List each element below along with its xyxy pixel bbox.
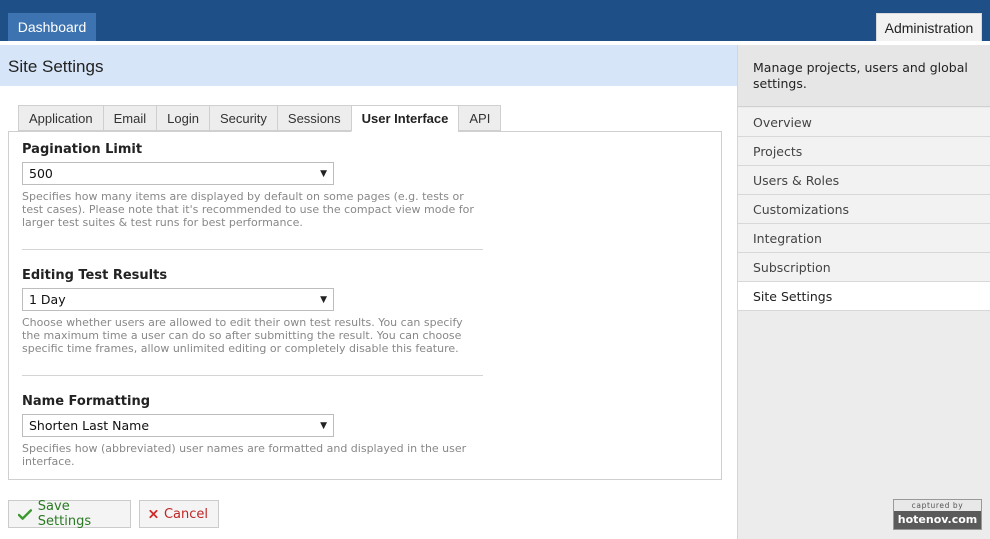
sidebar-item-overview[interactable]: Overview xyxy=(738,108,990,137)
save-settings-label: Save Settings xyxy=(37,499,92,529)
name-formatting-value: Shorten Last Name xyxy=(29,418,150,433)
watermark-top-text: captured by xyxy=(894,500,981,511)
divider xyxy=(22,249,483,250)
name-formatting-label: Name Formatting xyxy=(22,394,151,409)
tab-application[interactable]: Application xyxy=(18,105,103,131)
name-formatting-select[interactable]: Shorten Last Name ▼ xyxy=(22,414,334,437)
admin-sidebar: Manage projects, users and global settin… xyxy=(737,45,990,539)
sidebar-item-users-roles[interactable]: Users & Roles xyxy=(738,166,990,195)
divider xyxy=(22,375,483,376)
settings-panel: Pagination Limit 500 ▼ Specifies how man… xyxy=(8,131,722,480)
sidebar-description: Manage projects, users and global settin… xyxy=(738,45,990,107)
sidebar-item-customizations[interactable]: Customizations xyxy=(738,195,990,224)
capture-watermark: captured by hotenov.com xyxy=(893,499,982,530)
editing-test-results-select[interactable]: 1 Day ▼ xyxy=(22,288,334,311)
sidebar-item-site-settings[interactable]: Site Settings xyxy=(738,282,990,311)
sidebar-item-subscription[interactable]: Subscription xyxy=(738,253,990,282)
dashboard-tab[interactable]: Dashboard xyxy=(8,13,96,41)
tab-email[interactable]: Email xyxy=(102,105,157,131)
sidebar-nav: Overview Projects Users & Roles Customiz… xyxy=(738,108,990,311)
tab-security[interactable]: Security xyxy=(208,105,277,131)
tab-api[interactable]: API xyxy=(458,105,502,131)
pagination-limit-label: Pagination Limit xyxy=(22,142,143,157)
close-icon xyxy=(149,509,158,519)
cancel-label: Cancel xyxy=(163,506,208,522)
pagination-limit-help: Specifies how many items are displayed b… xyxy=(22,190,474,229)
save-settings-button[interactable]: Save Settings xyxy=(8,499,131,529)
name-formatting-help: Specifies how (abbreviated) user names a… xyxy=(22,442,467,468)
chevron-down-icon: ▼ xyxy=(320,421,327,431)
tab-sessions[interactable]: Sessions xyxy=(276,105,351,131)
chevron-down-icon: ▼ xyxy=(320,295,327,305)
pagination-limit-select[interactable]: 500 ▼ xyxy=(22,162,334,185)
top-navigation-bar: Dashboard Administration xyxy=(0,0,990,41)
page-title: Site Settings xyxy=(8,57,104,76)
watermark-bottom-text: hotenov.com xyxy=(897,513,978,526)
chevron-down-icon: ▼ xyxy=(320,169,327,179)
administration-tab[interactable]: Administration xyxy=(876,13,982,41)
settings-tabs: Application Email Login Security Session… xyxy=(18,105,502,132)
sidebar-item-projects[interactable]: Projects xyxy=(738,137,990,166)
page-header: Site Settings xyxy=(0,45,737,86)
editing-test-results-value: 1 Day xyxy=(29,292,66,307)
tab-user-interface[interactable]: User Interface xyxy=(350,105,459,132)
tab-login[interactable]: Login xyxy=(156,105,209,131)
cancel-button[interactable]: Cancel xyxy=(139,500,219,528)
editing-test-results-help: Choose whether users are allowed to edit… xyxy=(22,316,463,355)
pagination-limit-value: 500 xyxy=(29,166,53,181)
checkmark-icon xyxy=(18,508,32,520)
editing-test-results-label: Editing Test Results xyxy=(22,268,168,283)
sidebar-item-integration[interactable]: Integration xyxy=(738,224,990,253)
